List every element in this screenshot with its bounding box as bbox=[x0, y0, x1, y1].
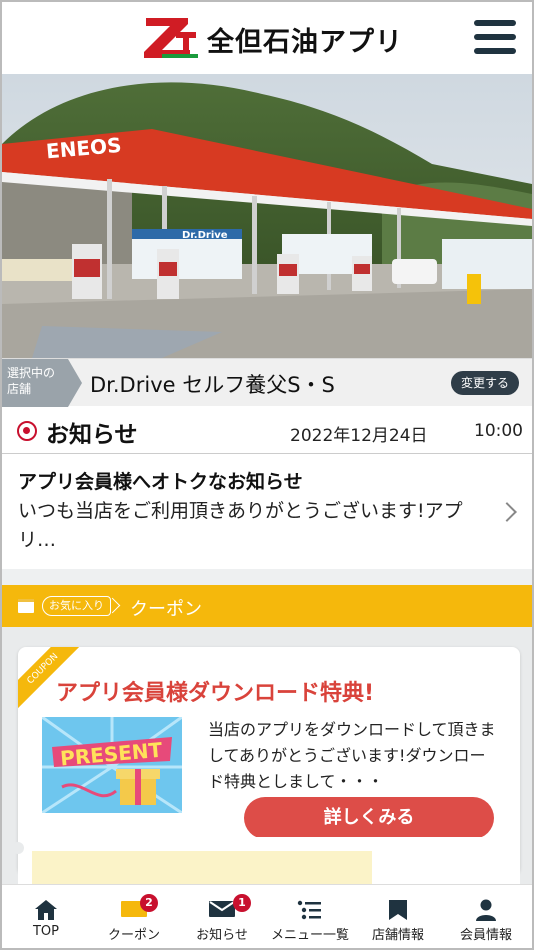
tab-menu-list[interactable]: メニュー一覧 bbox=[266, 885, 354, 948]
app-title: 全但石油アプリ bbox=[207, 27, 403, 58]
tab-label: メニュー一覧 bbox=[270, 928, 349, 943]
person-icon bbox=[476, 899, 496, 921]
zentan-logo bbox=[144, 18, 198, 58]
hamburger-line bbox=[474, 20, 516, 26]
news-item-excerpt: いつも当店をご利用頂きありがとうございます!アプリ… bbox=[18, 500, 463, 551]
tab-store-info[interactable]: 店舗情報 bbox=[354, 885, 442, 948]
selected-store-tag: 選択中の 店舗 bbox=[2, 359, 82, 407]
hamburger-line bbox=[474, 48, 516, 54]
selected-store-tag-line1: 選択中の bbox=[7, 366, 56, 380]
coupon-section-header: お気に入り クーポン bbox=[2, 585, 532, 627]
tab-top[interactable]: TOP bbox=[2, 885, 90, 948]
change-store-button[interactable]: 変更する bbox=[451, 371, 519, 395]
news-count-badge: 1 bbox=[233, 894, 251, 912]
dr-drive-sign: Dr.Drive bbox=[182, 230, 228, 241]
news-header: お知らせ 2022年12月24日 10:00 bbox=[2, 406, 532, 454]
chevron-right-icon bbox=[497, 502, 517, 522]
news-time: 10:00 bbox=[474, 421, 523, 441]
store-hero-image: ENEOS Dr.Drive bbox=[2, 74, 532, 358]
section-spacer bbox=[2, 569, 532, 585]
tab-label: TOP bbox=[32, 924, 59, 939]
app-screen: 全但石油アプリ ENEOS Dr.Drive 選択中の 店舗 Dr.Drive … bbox=[0, 0, 534, 950]
menu-hamburger-button[interactable] bbox=[474, 20, 516, 54]
target-circle-icon bbox=[17, 421, 37, 441]
coupon-title: アプリ会員様ダウンロード特典! bbox=[56, 681, 375, 706]
news-item-title: アプリ会員様へオトクなお知らせ bbox=[18, 471, 303, 493]
news-date: 2022年12月24日 bbox=[290, 426, 428, 446]
tab-news[interactable]: 1 お知らせ bbox=[178, 885, 266, 948]
list-icon bbox=[297, 900, 321, 920]
tab-label: 会員情報 bbox=[459, 928, 512, 943]
tab-label: 店舗情報 bbox=[371, 928, 424, 943]
selected-store-tag-line2: 店舗 bbox=[7, 382, 32, 396]
card-notch bbox=[12, 842, 24, 854]
news-list-item[interactable]: アプリ会員様へオトクなお知らせ いつも当店をご利用頂きありがとうございます!アプ… bbox=[2, 455, 532, 569]
coupon-section-title: クーポン bbox=[130, 599, 202, 620]
bottom-tab-bar: TOP 2 クーポン 1 お知らせ メニュー一覧 店舗情報 会員情報 bbox=[2, 884, 532, 948]
app-header: 全但石油アプリ bbox=[2, 2, 532, 74]
selected-store-name: Dr.Drive セルフ養父S・S bbox=[90, 373, 335, 397]
coupon-count-badge: 2 bbox=[140, 894, 158, 912]
tab-coupon[interactable]: 2 クーポン bbox=[90, 885, 178, 948]
favorite-tag: お気に入り bbox=[42, 596, 111, 616]
coupon-list: COUPON アプリ会員様ダウンロード特典! PRESENT 当店のアプリをダウ… bbox=[2, 627, 532, 897]
tab-member-info[interactable]: 会員情報 bbox=[442, 885, 530, 948]
coupon-detail-button[interactable]: 詳しくみる bbox=[244, 797, 494, 839]
hamburger-line bbox=[474, 34, 516, 40]
tab-label: クーポン bbox=[107, 928, 160, 943]
bookmark-icon bbox=[389, 900, 407, 920]
present-image: PRESENT bbox=[42, 717, 182, 813]
selected-store-bar: 選択中の 店舗 Dr.Drive セルフ養父S・S 変更する bbox=[2, 358, 532, 407]
news-section-title: お知らせ bbox=[46, 422, 138, 448]
tab-label: お知らせ bbox=[196, 928, 248, 943]
coupon-description: 当店のアプリをダウンロードして頂きましてありがとうございます!ダウンロード特典と… bbox=[208, 720, 496, 791]
mail-icon bbox=[209, 901, 235, 917]
home-icon bbox=[35, 900, 57, 920]
coupon-card-icon bbox=[18, 599, 34, 613]
